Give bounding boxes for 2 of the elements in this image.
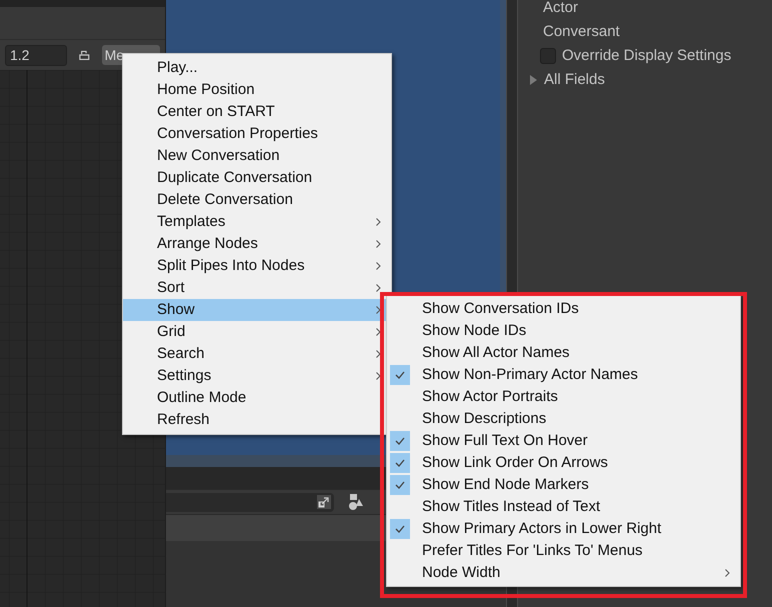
field-label: Actor <box>543 0 578 18</box>
field-label: Conversant <box>543 22 620 42</box>
